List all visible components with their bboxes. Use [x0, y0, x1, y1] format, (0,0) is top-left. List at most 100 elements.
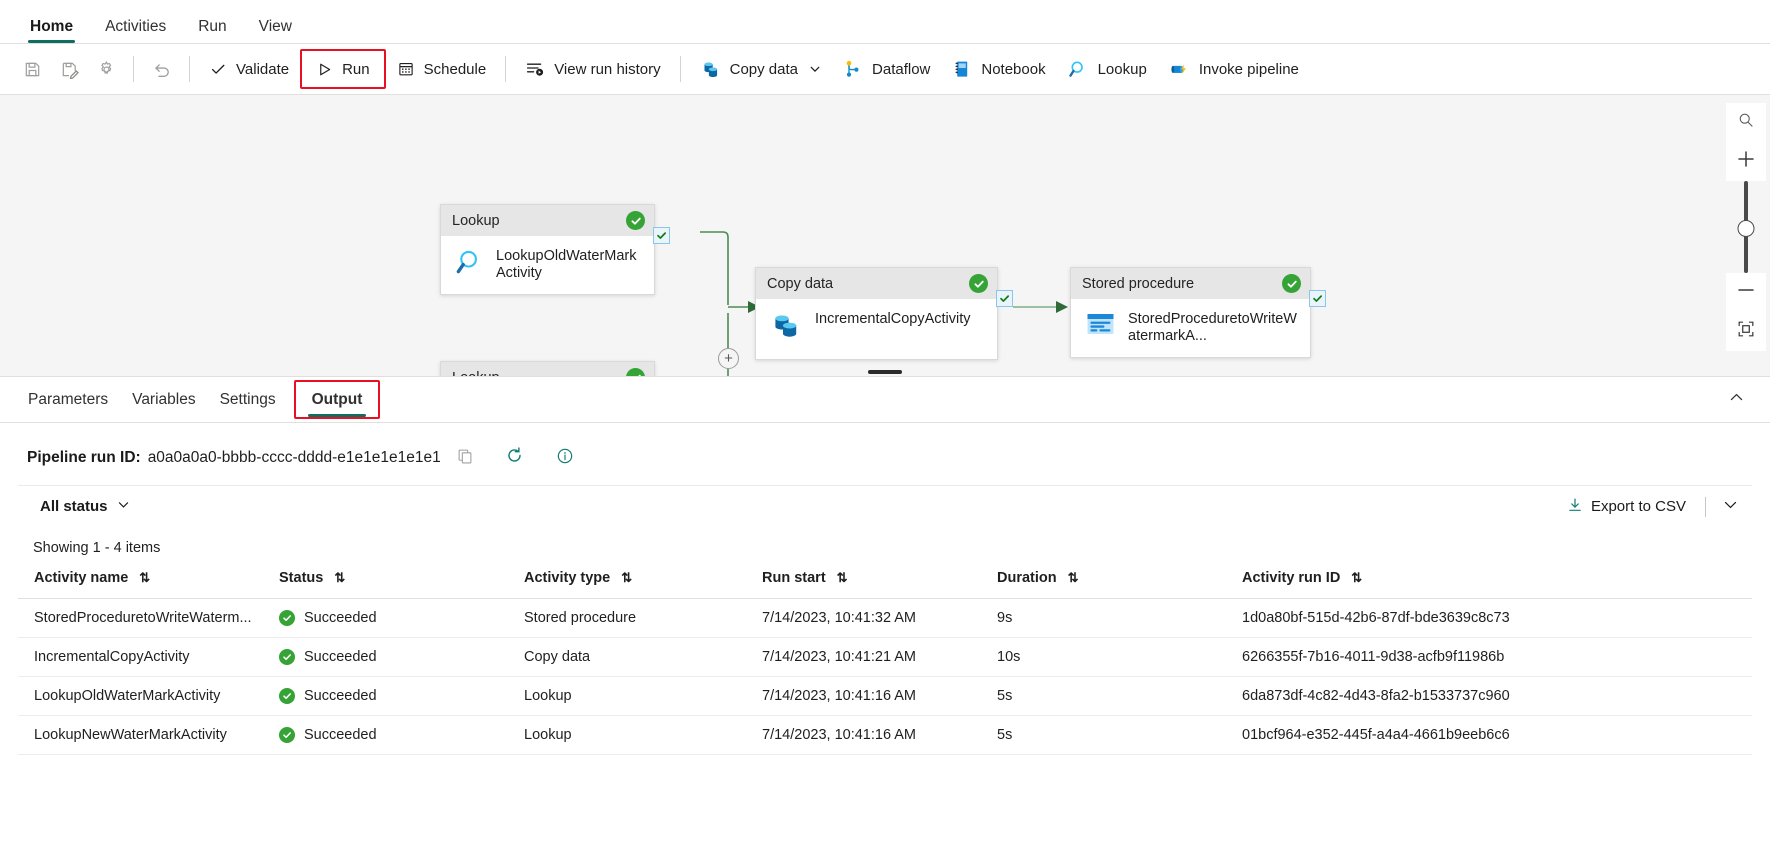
save-as-icon [60, 60, 79, 79]
invoke-pipeline-button[interactable]: Invoke pipeline [1158, 50, 1310, 88]
cell-duration: 5s [981, 676, 1226, 716]
panel-resize-grip[interactable] [868, 370, 902, 374]
activity-runs-table: Activity name ⇅ Status ⇅ Activity type ⇅ Ru… [18, 566, 1752, 755]
output-actions: Export to CSV [1557, 492, 1746, 522]
table-row[interactable]: StoredProceduretoWriteWaterm... Succeede… [18, 598, 1752, 638]
view-run-history-button[interactable]: View run history [514, 50, 671, 88]
run-label: Run [342, 60, 370, 78]
export-options-button[interactable] [1715, 492, 1746, 522]
sort-icon[interactable]: ⇅ [621, 570, 632, 585]
search-icon [1737, 111, 1755, 134]
run-button[interactable]: Run [300, 49, 386, 89]
save-as-button[interactable] [51, 50, 88, 88]
table-row[interactable]: LookupOldWaterMarkActivity Succeeded Loo… [18, 676, 1752, 716]
copy-run-id-button[interactable] [451, 445, 479, 471]
status-succeeded-icon [279, 727, 295, 743]
plus-icon [1735, 148, 1757, 175]
activity-node-stored-procedure[interactable]: Stored procedure StoredProceduretoWriteW… [1070, 267, 1326, 358]
schedule-button[interactable]: Schedule [386, 50, 498, 88]
zoom-in-button[interactable] [1726, 142, 1766, 181]
dataflow-button[interactable]: Dataflow [832, 50, 941, 88]
table-row[interactable]: IncrementalCopyActivity Succeeded Copy d… [18, 637, 1752, 677]
chevron-up-icon [1729, 390, 1744, 410]
tab-parameters[interactable]: Parameters [16, 377, 120, 423]
search-canvas-button[interactable] [1726, 103, 1766, 142]
validate-button[interactable]: Validate [198, 50, 300, 88]
copy-data-label: Copy data [729, 60, 799, 78]
refresh-button[interactable] [501, 445, 529, 471]
fit-to-screen-button[interactable] [1726, 312, 1766, 351]
chevron-down-icon [1723, 497, 1738, 517]
ribbon-tab-activities[interactable]: Activities [89, 18, 182, 44]
add-activity-plus-button[interactable]: + [718, 348, 739, 369]
pipeline-canvas[interactable]: Lookup LookupOldWaterMarkActivity Lookup [0, 95, 1770, 377]
calendar-icon [397, 60, 415, 78]
column-header-activity-type[interactable]: Activity type ⇅ [508, 566, 746, 599]
fit-screen-icon [1736, 319, 1756, 344]
ribbon-tab-view[interactable]: View [243, 18, 308, 44]
notebook-button[interactable]: Notebook [941, 50, 1056, 88]
cell-activity-run-id: 6266355f-7b16-4011-9d38-acfb9f11986b [1226, 637, 1752, 677]
ribbon-tab-run[interactable]: Run [182, 18, 242, 44]
info-icon [556, 447, 574, 470]
column-header-status[interactable]: Status ⇅ [263, 566, 508, 599]
sort-icon[interactable]: ⇅ [1068, 570, 1079, 585]
dataflow-icon [843, 59, 863, 79]
sort-icon[interactable]: ⇅ [139, 570, 150, 585]
status-text: Succeeded [304, 688, 377, 704]
settings-button[interactable] [88, 50, 125, 88]
node-output-handle-success[interactable] [1309, 290, 1326, 307]
node-activity-name: LookupOldWaterMarkActivity [496, 248, 637, 281]
node-output-handle-success[interactable] [653, 227, 670, 244]
cell-activity-run-id: 1d0a80bf-515d-42b6-87df-bde3639c8c73 [1226, 598, 1752, 638]
save-button[interactable] [14, 50, 51, 88]
tab-variables[interactable]: Variables [120, 377, 207, 423]
tab-variables-label: Variables [132, 390, 196, 408]
toolbar-divider-2 [189, 56, 190, 82]
info-button[interactable] [551, 445, 579, 471]
sort-icon[interactable]: ⇅ [1351, 570, 1362, 585]
copy-data-button[interactable]: Copy data [689, 50, 832, 88]
notebook-icon [952, 59, 972, 79]
node-type-label: Copy data [767, 275, 834, 292]
save-icon [23, 60, 42, 79]
undo-button[interactable] [142, 50, 181, 88]
cell-activity-name: LookupOldWaterMarkActivity [18, 676, 263, 716]
command-bar: Validate Run Schedule View run history C… [0, 44, 1770, 95]
zoom-out-button[interactable] [1726, 273, 1766, 312]
column-header-activity-name[interactable]: Activity name ⇅ [18, 566, 263, 599]
lookup-button[interactable]: Lookup [1057, 50, 1158, 88]
column-header-run-start[interactable]: Run start ⇅ [746, 566, 981, 599]
column-header-activity-run-id[interactable]: Activity run ID ⇅ [1226, 566, 1752, 599]
tab-output-label: Output [311, 390, 363, 408]
notebook-label: Notebook [981, 60, 1046, 78]
column-header-duration[interactable]: Duration ⇅ [981, 566, 1226, 599]
column-label: Activity name [34, 570, 129, 586]
activity-node-lookup-old-watermark[interactable]: Lookup LookupOldWaterMarkActivity [440, 204, 670, 295]
zoom-slider[interactable] [1726, 181, 1766, 273]
lookup-icon [455, 247, 485, 282]
node-activity-name: StoredProceduretoWriteWatermarkA... [1128, 311, 1297, 344]
activity-node-lookup-new-watermark[interactable]: Lookup LookupNewWaterMarkActivity [440, 361, 655, 376]
ribbon-tab-home-label: Home [30, 17, 74, 35]
sort-icon[interactable]: ⇅ [334, 570, 345, 585]
collapse-panel-button[interactable] [1722, 386, 1750, 414]
node-header: Copy data [756, 268, 997, 299]
status-filter-dropdown[interactable]: All status [24, 498, 130, 516]
cell-activity-type: Lookup [508, 715, 746, 755]
status-text: Succeeded [304, 610, 377, 626]
activity-node-incremental-copy[interactable]: Copy data IncrementalCopyActivity [755, 267, 1013, 360]
tab-settings[interactable]: Settings [208, 377, 288, 423]
node-type-label: Lookup [452, 212, 500, 229]
node-output-handle-success[interactable] [996, 290, 1013, 307]
tab-output[interactable]: Output [293, 380, 381, 419]
invoke-pipeline-icon [1169, 59, 1190, 80]
ribbon-tab-home[interactable]: Home [14, 17, 89, 44]
export-to-csv-button[interactable]: Export to CSV [1557, 492, 1696, 522]
node-header: Lookup [441, 205, 654, 236]
cell-run-start: 7/14/2023, 10:41:16 AM [746, 676, 981, 716]
zoom-slider-thumb[interactable] [1737, 220, 1755, 237]
table-row[interactable]: LookupNewWaterMarkActivity Succeeded Loo… [18, 715, 1752, 755]
node-status-succeeded-icon [626, 211, 645, 230]
sort-icon[interactable]: ⇅ [837, 570, 848, 585]
